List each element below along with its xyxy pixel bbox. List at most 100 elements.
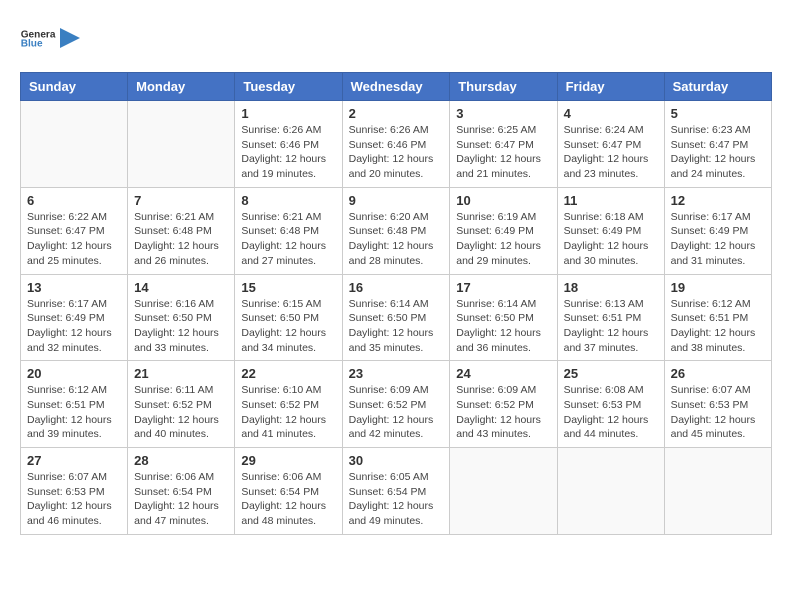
- day-info: Sunrise: 6:22 AM Sunset: 6:47 PM Dayligh…: [27, 210, 121, 269]
- calendar-day-cell: 13 Sunrise: 6:17 AM Sunset: 6:49 PM Dayli…: [21, 274, 128, 361]
- calendar-day-cell: 26 Sunrise: 6:07 AM Sunset: 6:53 PM Dayli…: [664, 361, 771, 448]
- calendar-day-cell: 5 Sunrise: 6:23 AM Sunset: 6:47 PM Daylig…: [664, 101, 771, 188]
- calendar-day-cell: 4 Sunrise: 6:24 AM Sunset: 6:47 PM Daylig…: [557, 101, 664, 188]
- calendar-day-cell: 19 Sunrise: 6:12 AM Sunset: 6:51 PM Dayli…: [664, 274, 771, 361]
- day-number: 19: [671, 280, 765, 295]
- day-number: 4: [564, 106, 658, 121]
- day-number: 2: [349, 106, 444, 121]
- day-number: 27: [27, 453, 121, 468]
- day-number: 23: [349, 366, 444, 381]
- day-number: 29: [241, 453, 335, 468]
- day-number: 8: [241, 193, 335, 208]
- calendar-week-row: 20 Sunrise: 6:12 AM Sunset: 6:51 PM Dayli…: [21, 361, 772, 448]
- day-info: Sunrise: 6:11 AM Sunset: 6:52 PM Dayligh…: [134, 383, 228, 442]
- day-number: 3: [456, 106, 550, 121]
- day-number: 10: [456, 193, 550, 208]
- day-info: Sunrise: 6:26 AM Sunset: 6:46 PM Dayligh…: [241, 123, 335, 182]
- calendar-day-cell: [450, 448, 557, 535]
- calendar-day-cell: 20 Sunrise: 6:12 AM Sunset: 6:51 PM Dayli…: [21, 361, 128, 448]
- calendar-day-cell: 25 Sunrise: 6:08 AM Sunset: 6:53 PM Dayli…: [557, 361, 664, 448]
- day-number: 26: [671, 366, 765, 381]
- day-info: Sunrise: 6:14 AM Sunset: 6:50 PM Dayligh…: [349, 297, 444, 356]
- calendar-day-cell: 12 Sunrise: 6:17 AM Sunset: 6:49 PM Dayli…: [664, 187, 771, 274]
- calendar-day-cell: [664, 448, 771, 535]
- day-info: Sunrise: 6:07 AM Sunset: 6:53 PM Dayligh…: [27, 470, 121, 529]
- day-info: Sunrise: 6:08 AM Sunset: 6:53 PM Dayligh…: [564, 383, 658, 442]
- calendar-day-cell: 17Sunrise: 6:14 AM Sunset: 6:50 PM Dayli…: [450, 274, 557, 361]
- calendar-day-cell: 16 Sunrise: 6:14 AM Sunset: 6:50 PM Dayli…: [342, 274, 450, 361]
- calendar-day-cell: 18Sunrise: 6:13 AM Sunset: 6:51 PM Dayli…: [557, 274, 664, 361]
- calendar-table: SundayMondayTuesdayWednesdayThursdayFrid…: [20, 72, 772, 535]
- day-info: Sunrise: 6:09 AM Sunset: 6:52 PM Dayligh…: [456, 383, 550, 442]
- day-number: 16: [349, 280, 444, 295]
- day-info: Sunrise: 6:15 AM Sunset: 6:50 PM Dayligh…: [241, 297, 335, 356]
- day-info: Sunrise: 6:05 AM Sunset: 6:54 PM Dayligh…: [349, 470, 444, 529]
- calendar-week-row: 13 Sunrise: 6:17 AM Sunset: 6:49 PM Dayli…: [21, 274, 772, 361]
- day-info: Sunrise: 6:09 AM Sunset: 6:52 PM Dayligh…: [349, 383, 444, 442]
- calendar-day-cell: 28Sunrise: 6:06 AM Sunset: 6:54 PM Dayli…: [128, 448, 235, 535]
- calendar-day-cell: 9Sunrise: 6:20 AM Sunset: 6:48 PM Daylig…: [342, 187, 450, 274]
- day-number: 5: [671, 106, 765, 121]
- weekday-header-saturday: Saturday: [664, 73, 771, 101]
- calendar-day-cell: 3 Sunrise: 6:25 AM Sunset: 6:47 PM Daylig…: [450, 101, 557, 188]
- calendar-day-cell: 23 Sunrise: 6:09 AM Sunset: 6:52 PM Dayli…: [342, 361, 450, 448]
- calendar-day-cell: 10 Sunrise: 6:19 AM Sunset: 6:49 PM Dayli…: [450, 187, 557, 274]
- calendar-day-cell: 7Sunrise: 6:21 AM Sunset: 6:48 PM Daylig…: [128, 187, 235, 274]
- calendar-day-cell: 30 Sunrise: 6:05 AM Sunset: 6:54 PM Dayli…: [342, 448, 450, 535]
- calendar-week-row: 6 Sunrise: 6:22 AM Sunset: 6:47 PM Daylig…: [21, 187, 772, 274]
- day-number: 25: [564, 366, 658, 381]
- day-info: Sunrise: 6:21 AM Sunset: 6:48 PM Dayligh…: [241, 210, 335, 269]
- svg-text:Blue: Blue: [21, 39, 43, 50]
- day-number: 6: [27, 193, 121, 208]
- day-number: 9: [349, 193, 444, 208]
- calendar-day-cell: [21, 101, 128, 188]
- weekday-header-sunday: Sunday: [21, 73, 128, 101]
- day-info: Sunrise: 6:07 AM Sunset: 6:53 PM Dayligh…: [671, 383, 765, 442]
- day-info: Sunrise: 6:17 AM Sunset: 6:49 PM Dayligh…: [671, 210, 765, 269]
- calendar-week-row: 1 Sunrise: 6:26 AM Sunset: 6:46 PM Daylig…: [21, 101, 772, 188]
- calendar-day-cell: 1 Sunrise: 6:26 AM Sunset: 6:46 PM Daylig…: [235, 101, 342, 188]
- day-number: 13: [27, 280, 121, 295]
- calendar-week-row: 27 Sunrise: 6:07 AM Sunset: 6:53 PM Dayli…: [21, 448, 772, 535]
- weekday-header-row: SundayMondayTuesdayWednesdayThursdayFrid…: [21, 73, 772, 101]
- day-info: Sunrise: 6:12 AM Sunset: 6:51 PM Dayligh…: [27, 383, 121, 442]
- calendar-day-cell: 24 Sunrise: 6:09 AM Sunset: 6:52 PM Dayli…: [450, 361, 557, 448]
- day-info: Sunrise: 6:18 AM Sunset: 6:49 PM Dayligh…: [564, 210, 658, 269]
- calendar-day-cell: 11Sunrise: 6:18 AM Sunset: 6:49 PM Dayli…: [557, 187, 664, 274]
- weekday-header-thursday: Thursday: [450, 73, 557, 101]
- page-header: General Blue: [20, 20, 772, 56]
- calendar-day-cell: 14 Sunrise: 6:16 AM Sunset: 6:50 PM Dayli…: [128, 274, 235, 361]
- day-info: Sunrise: 6:12 AM Sunset: 6:51 PM Dayligh…: [671, 297, 765, 356]
- weekday-header-monday: Monday: [128, 73, 235, 101]
- day-number: 18: [564, 280, 658, 295]
- day-number: 12: [671, 193, 765, 208]
- day-info: Sunrise: 6:26 AM Sunset: 6:46 PM Dayligh…: [349, 123, 444, 182]
- day-info: Sunrise: 6:21 AM Sunset: 6:48 PM Dayligh…: [134, 210, 228, 269]
- day-info: Sunrise: 6:06 AM Sunset: 6:54 PM Dayligh…: [134, 470, 228, 529]
- calendar-day-cell: 27 Sunrise: 6:07 AM Sunset: 6:53 PM Dayli…: [21, 448, 128, 535]
- day-number: 15: [241, 280, 335, 295]
- day-number: 24: [456, 366, 550, 381]
- day-info: Sunrise: 6:19 AM Sunset: 6:49 PM Dayligh…: [456, 210, 550, 269]
- calendar-day-cell: 6 Sunrise: 6:22 AM Sunset: 6:47 PM Daylig…: [21, 187, 128, 274]
- calendar-day-cell: [557, 448, 664, 535]
- logo-arrow-icon: [60, 28, 80, 48]
- calendar-day-cell: 8 Sunrise: 6:21 AM Sunset: 6:48 PM Daylig…: [235, 187, 342, 274]
- day-info: Sunrise: 6:17 AM Sunset: 6:49 PM Dayligh…: [27, 297, 121, 356]
- calendar-day-cell: 21Sunrise: 6:11 AM Sunset: 6:52 PM Dayli…: [128, 361, 235, 448]
- day-number: 14: [134, 280, 228, 295]
- day-number: 30: [349, 453, 444, 468]
- day-number: 1: [241, 106, 335, 121]
- day-info: Sunrise: 6:23 AM Sunset: 6:47 PM Dayligh…: [671, 123, 765, 182]
- logo-svg: General Blue: [20, 20, 56, 56]
- day-info: Sunrise: 6:24 AM Sunset: 6:47 PM Dayligh…: [564, 123, 658, 182]
- day-number: 17: [456, 280, 550, 295]
- day-info: Sunrise: 6:25 AM Sunset: 6:47 PM Dayligh…: [456, 123, 550, 182]
- day-info: Sunrise: 6:16 AM Sunset: 6:50 PM Dayligh…: [134, 297, 228, 356]
- day-info: Sunrise: 6:10 AM Sunset: 6:52 PM Dayligh…: [241, 383, 335, 442]
- logo: General Blue: [20, 20, 80, 56]
- day-number: 20: [27, 366, 121, 381]
- calendar-day-cell: 15 Sunrise: 6:15 AM Sunset: 6:50 PM Dayli…: [235, 274, 342, 361]
- day-number: 22: [241, 366, 335, 381]
- weekday-header-tuesday: Tuesday: [235, 73, 342, 101]
